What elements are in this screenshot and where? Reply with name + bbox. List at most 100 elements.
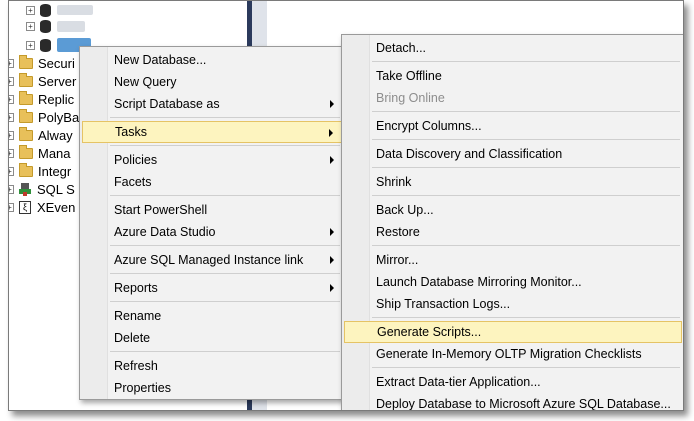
tree-node-management[interactable]: + Mana	[9, 144, 71, 162]
submenu-arrow-icon	[330, 228, 334, 236]
menu-item-azure-sql-mi-link[interactable]: Azure SQL Managed Instance link	[82, 249, 342, 271]
expand-icon[interactable]: +	[26, 21, 35, 31]
submenu-item-ship-transaction-logs[interactable]: Ship Transaction Logs...	[344, 293, 682, 315]
submenu-item-take-offline[interactable]: Take Offline	[344, 65, 682, 87]
menu-item-label: Back Up...	[376, 203, 434, 217]
menu-item-start-powershell[interactable]: Start PowerShell	[82, 199, 342, 221]
menu-item-policies[interactable]: Policies	[82, 149, 342, 171]
submenu-arrow-icon	[329, 129, 333, 137]
expand-icon[interactable]: +	[9, 94, 14, 104]
tasks-submenu: Detach... Take Offline Bring Online Encr…	[341, 34, 683, 411]
tree-node-always-on[interactable]: + Alway	[9, 126, 73, 144]
menu-item-new-database[interactable]: New Database...	[82, 49, 342, 71]
submenu-item-bring-online: Bring Online	[344, 87, 682, 109]
tree-node-label: SQL S	[37, 181, 75, 197]
submenu-item-oltp-checklists[interactable]: Generate In-Memory OLTP Migration Checkl…	[344, 343, 682, 365]
submenu-arrow-icon	[330, 256, 334, 264]
menu-separator	[372, 139, 680, 140]
menu-item-reports[interactable]: Reports	[82, 277, 342, 299]
menu-item-label: New Database...	[114, 53, 207, 67]
submenu-item-deploy-azure-sql[interactable]: Deploy Database to Microsoft Azure SQL D…	[344, 393, 682, 411]
menu-item-facets[interactable]: Facets	[82, 171, 342, 193]
submenu-arrow-icon	[330, 156, 334, 164]
menu-item-label: Facets	[114, 175, 152, 189]
menu-item-refresh[interactable]: Refresh	[82, 355, 342, 377]
menu-separator	[372, 245, 680, 246]
menu-item-script-database-as[interactable]: Script Database as	[82, 93, 342, 115]
menu-item-label: Extract Data-tier Application...	[376, 375, 541, 389]
tree-node-security[interactable]: + Securi	[9, 54, 75, 72]
tree-node-xevent-profiler[interactable]: + ξ XEven	[9, 198, 76, 216]
submenu-item-data-discovery[interactable]: Data Discovery and Classification	[344, 143, 682, 165]
tree-node-label: Integr	[38, 163, 72, 179]
menu-separator	[110, 145, 340, 146]
expand-icon[interactable]: +	[26, 40, 35, 50]
tree-node-server-objects[interactable]: + Server	[9, 72, 76, 90]
menu-item-label: Deploy Database to Microsoft Azure SQL D…	[376, 397, 671, 411]
folder-icon	[19, 54, 33, 69]
menu-separator	[372, 111, 680, 112]
menu-item-label: Reports	[114, 281, 158, 295]
menu-separator	[372, 167, 680, 168]
tree-node-polybase[interactable]: + PolyBa	[9, 108, 80, 126]
expand-icon[interactable]: +	[9, 148, 14, 158]
submenu-item-detach[interactable]: Detach...	[344, 37, 682, 59]
submenu-item-shrink[interactable]: Shrink	[344, 171, 682, 193]
menu-item-label: Data Discovery and Classification	[376, 147, 563, 161]
database-name-redacted	[57, 20, 85, 32]
menu-item-label: Encrypt Columns...	[376, 119, 482, 133]
menu-item-label: Properties	[114, 381, 171, 395]
tree-node-label: Alway	[38, 127, 73, 143]
menu-item-label: Azure Data Studio	[114, 225, 216, 239]
tree-node-replication[interactable]: + Replic	[9, 90, 75, 108]
tree-node-label: XEven	[37, 199, 76, 215]
menu-item-label: Script Database as	[114, 97, 220, 111]
menu-separator	[372, 367, 680, 368]
database-icon	[40, 3, 51, 17]
menu-separator	[110, 117, 340, 118]
database-icon	[40, 19, 51, 33]
expand-icon[interactable]: +	[9, 166, 14, 176]
menu-item-tasks[interactable]: Tasks	[82, 121, 342, 143]
menu-item-label: Ship Transaction Logs...	[376, 297, 511, 311]
tree-node-integration[interactable]: + Integr	[9, 162, 72, 180]
menu-item-label: Tasks	[115, 125, 147, 139]
submenu-item-back-up[interactable]: Back Up...	[344, 199, 682, 221]
menu-item-properties[interactable]: Properties	[82, 377, 342, 399]
submenu-item-generate-scripts[interactable]: Generate Scripts...	[344, 321, 682, 343]
menu-item-label: Detach...	[376, 41, 427, 55]
submenu-item-mirroring-monitor[interactable]: Launch Database Mirroring Monitor...	[344, 271, 682, 293]
submenu-item-encrypt-columns[interactable]: Encrypt Columns...	[344, 115, 682, 137]
expand-icon[interactable]: +	[9, 112, 14, 122]
menu-item-rename[interactable]: Rename	[82, 305, 342, 327]
tree-node-database-2[interactable]: +	[26, 17, 85, 35]
tree-node-sql-agent[interactable]: + SQL S	[9, 180, 75, 198]
menu-separator	[372, 317, 680, 318]
expand-icon[interactable]: +	[9, 76, 14, 86]
menu-item-label: Shrink	[376, 175, 412, 189]
menu-item-delete[interactable]: Delete	[82, 327, 342, 349]
folder-icon	[19, 108, 33, 123]
menu-item-new-query[interactable]: New Query	[82, 71, 342, 93]
menu-item-label: Take Offline	[376, 69, 442, 83]
submenu-item-mirror[interactable]: Mirror...	[344, 249, 682, 271]
submenu-item-restore[interactable]: Restore	[344, 221, 682, 243]
menu-item-label: Rename	[114, 309, 162, 323]
tree-node-label: Replic	[38, 91, 75, 107]
expand-icon[interactable]: +	[26, 5, 35, 15]
menu-separator	[372, 195, 680, 196]
folder-icon	[19, 162, 33, 177]
menu-item-label: Delete	[114, 331, 151, 345]
submenu-arrow-icon	[330, 284, 334, 292]
xevent-icon: ξ	[19, 200, 31, 214]
tree-node-label: PolyBa	[38, 109, 80, 125]
tree-node-label: Securi	[38, 55, 75, 71]
menu-item-label: Launch Database Mirroring Monitor...	[376, 275, 582, 289]
menu-separator	[110, 273, 340, 274]
expand-icon[interactable]: +	[9, 202, 14, 212]
expand-icon[interactable]: +	[9, 58, 14, 68]
menu-item-azure-data-studio[interactable]: Azure Data Studio	[82, 221, 342, 243]
expand-icon[interactable]: +	[9, 130, 14, 140]
submenu-item-extract-data-tier[interactable]: Extract Data-tier Application...	[344, 371, 682, 393]
expand-icon[interactable]: +	[9, 184, 14, 194]
